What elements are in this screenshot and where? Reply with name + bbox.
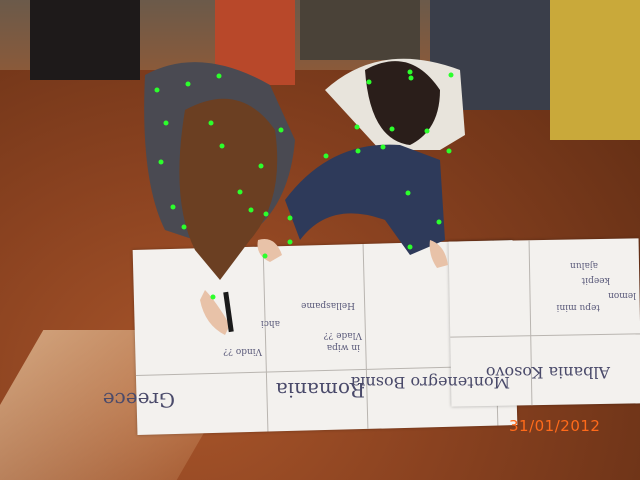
- keypoint-marker: [287, 239, 293, 245]
- keypoint-marker: [448, 72, 454, 78]
- student-2-hand-right: [429, 240, 448, 268]
- student-2-hand-left: [257, 239, 282, 262]
- keypoint-marker: [163, 120, 169, 126]
- student-2-jeans: [285, 144, 445, 255]
- keypoint-marker: [354, 124, 360, 130]
- keypoint-marker: [424, 128, 430, 134]
- keypoint-marker: [216, 73, 222, 79]
- keypoint-marker: [405, 190, 411, 196]
- keypoint-marker: [210, 294, 216, 300]
- keypoint-marker: [380, 144, 386, 150]
- keypoint-marker: [262, 253, 268, 259]
- keypoint-marker: [407, 69, 413, 75]
- keypoint-marker: [408, 75, 414, 81]
- keypoint-marker: [208, 120, 214, 126]
- keypoint-marker: [219, 143, 225, 149]
- keypoint-marker: [263, 211, 269, 217]
- keypoint-marker: [248, 207, 254, 213]
- keypoint-marker: [158, 159, 164, 165]
- keypoint-marker: [389, 126, 395, 132]
- keypoint-marker: [181, 224, 187, 230]
- keypoint-marker: [355, 148, 361, 154]
- students-figures: [144, 58, 465, 335]
- keypoint-marker: [287, 215, 293, 221]
- date-stamp: 31/01/2012: [509, 417, 601, 435]
- keypoint-marker: [436, 219, 442, 225]
- keypoint-marker: [366, 79, 372, 85]
- keypoint-marker: [446, 148, 452, 154]
- keypoint-marker: [407, 244, 413, 250]
- photo-scene: Greece Romania Montenegro Bosnia Albania…: [0, 0, 640, 480]
- keypoint-marker: [154, 87, 160, 93]
- keypoint-marker: [237, 189, 243, 195]
- keypoint-marker: [185, 81, 191, 87]
- keypoint-marker: [170, 204, 176, 210]
- keypoint-marker: [278, 127, 284, 133]
- keypoint-marker: [323, 153, 329, 159]
- keypoint-marker: [258, 163, 264, 169]
